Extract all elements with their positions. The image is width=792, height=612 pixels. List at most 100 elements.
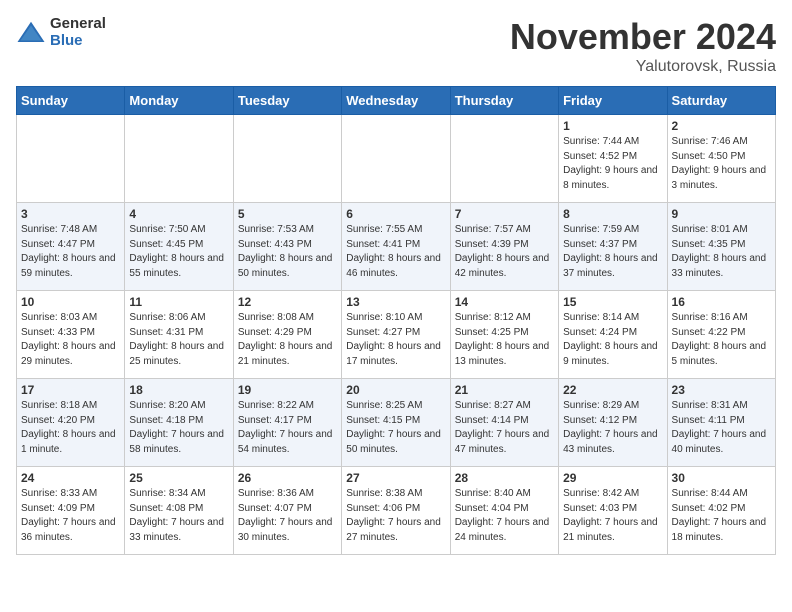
day-info: Sunrise: 7:50 AMSunset: 4:45 PMDaylight:…	[129, 223, 228, 281]
calendar-cell: 17 Sunrise: 8:18 AMSunset: 4:20 PMDaylig…	[17, 379, 125, 467]
day-info: Sunrise: 8:40 AMSunset: 4:04 PMDaylight:…	[455, 487, 554, 545]
calendar-cell: 16 Sunrise: 8:16 AMSunset: 4:22 PMDaylig…	[667, 291, 775, 379]
day-info: Sunrise: 8:14 AMSunset: 4:24 PMDaylight:…	[563, 311, 662, 369]
day-number: 13	[346, 295, 445, 309]
calendar-header-row: Sunday Monday Tuesday Wednesday Thursday…	[17, 87, 776, 115]
day-number: 20	[346, 383, 445, 397]
day-info: Sunrise: 8:25 AMSunset: 4:15 PMDaylight:…	[346, 399, 445, 457]
calendar-cell: 21 Sunrise: 8:27 AMSunset: 4:14 PMDaylig…	[450, 379, 558, 467]
day-info: Sunrise: 8:29 AMSunset: 4:12 PMDaylight:…	[563, 399, 662, 457]
calendar-cell: 12 Sunrise: 8:08 AMSunset: 4:29 PMDaylig…	[233, 291, 341, 379]
calendar-cell: 20 Sunrise: 8:25 AMSunset: 4:15 PMDaylig…	[342, 379, 450, 467]
day-number: 23	[672, 383, 771, 397]
day-info: Sunrise: 7:57 AMSunset: 4:39 PMDaylight:…	[455, 223, 554, 281]
col-thursday: Thursday	[450, 87, 558, 115]
calendar-week-4: 17 Sunrise: 8:18 AMSunset: 4:20 PMDaylig…	[17, 379, 776, 467]
day-number: 29	[563, 471, 662, 485]
calendar-cell: 7 Sunrise: 7:57 AMSunset: 4:39 PMDayligh…	[450, 203, 558, 291]
calendar-cell: 19 Sunrise: 8:22 AMSunset: 4:17 PMDaylig…	[233, 379, 341, 467]
day-number: 28	[455, 471, 554, 485]
calendar-cell: 25 Sunrise: 8:34 AMSunset: 4:08 PMDaylig…	[125, 467, 233, 555]
day-info: Sunrise: 8:03 AMSunset: 4:33 PMDaylight:…	[21, 311, 120, 369]
col-saturday: Saturday	[667, 87, 775, 115]
day-info: Sunrise: 8:16 AMSunset: 4:22 PMDaylight:…	[672, 311, 771, 369]
title-block: November 2024 Yalutorovsk, Russia	[510, 16, 776, 76]
col-tuesday: Tuesday	[233, 87, 341, 115]
calendar-cell: 4 Sunrise: 7:50 AMSunset: 4:45 PMDayligh…	[125, 203, 233, 291]
col-monday: Monday	[125, 87, 233, 115]
calendar-cell: 6 Sunrise: 7:55 AMSunset: 4:41 PMDayligh…	[342, 203, 450, 291]
logo-general: General	[50, 16, 106, 33]
day-number: 2	[672, 119, 771, 133]
day-info: Sunrise: 8:31 AMSunset: 4:11 PMDaylight:…	[672, 399, 771, 457]
day-info: Sunrise: 7:53 AMSunset: 4:43 PMDaylight:…	[238, 223, 337, 281]
calendar-cell: 9 Sunrise: 8:01 AMSunset: 4:35 PMDayligh…	[667, 203, 775, 291]
day-info: Sunrise: 8:06 AMSunset: 4:31 PMDaylight:…	[129, 311, 228, 369]
day-info: Sunrise: 8:20 AMSunset: 4:18 PMDaylight:…	[129, 399, 228, 457]
day-number: 14	[455, 295, 554, 309]
day-number: 15	[563, 295, 662, 309]
logo-text: General Blue	[50, 16, 106, 49]
day-number: 25	[129, 471, 228, 485]
calendar-cell	[125, 115, 233, 203]
day-number: 12	[238, 295, 337, 309]
day-info: Sunrise: 8:12 AMSunset: 4:25 PMDaylight:…	[455, 311, 554, 369]
day-info: Sunrise: 8:08 AMSunset: 4:29 PMDaylight:…	[238, 311, 337, 369]
calendar-table: Sunday Monday Tuesday Wednesday Thursday…	[16, 86, 776, 555]
day-number: 30	[672, 471, 771, 485]
calendar-cell: 26 Sunrise: 8:36 AMSunset: 4:07 PMDaylig…	[233, 467, 341, 555]
day-number: 10	[21, 295, 120, 309]
day-number: 18	[129, 383, 228, 397]
calendar-cell: 3 Sunrise: 7:48 AMSunset: 4:47 PMDayligh…	[17, 203, 125, 291]
calendar-cell: 5 Sunrise: 7:53 AMSunset: 4:43 PMDayligh…	[233, 203, 341, 291]
calendar-cell: 24 Sunrise: 8:33 AMSunset: 4:09 PMDaylig…	[17, 467, 125, 555]
calendar-cell: 15 Sunrise: 8:14 AMSunset: 4:24 PMDaylig…	[559, 291, 667, 379]
day-number: 26	[238, 471, 337, 485]
calendar-cell	[450, 115, 558, 203]
calendar-cell: 11 Sunrise: 8:06 AMSunset: 4:31 PMDaylig…	[125, 291, 233, 379]
day-info: Sunrise: 8:22 AMSunset: 4:17 PMDaylight:…	[238, 399, 337, 457]
calendar-week-1: 1 Sunrise: 7:44 AMSunset: 4:52 PMDayligh…	[17, 115, 776, 203]
day-info: Sunrise: 8:38 AMSunset: 4:06 PMDaylight:…	[346, 487, 445, 545]
day-info: Sunrise: 8:33 AMSunset: 4:09 PMDaylight:…	[21, 487, 120, 545]
day-info: Sunrise: 8:18 AMSunset: 4:20 PMDaylight:…	[21, 399, 120, 457]
calendar-cell	[342, 115, 450, 203]
calendar-week-5: 24 Sunrise: 8:33 AMSunset: 4:09 PMDaylig…	[17, 467, 776, 555]
day-number: 16	[672, 295, 771, 309]
day-number: 4	[129, 207, 228, 221]
title-month-year: November 2024	[510, 16, 776, 58]
calendar-cell: 30 Sunrise: 8:44 AMSunset: 4:02 PMDaylig…	[667, 467, 775, 555]
calendar-cell: 10 Sunrise: 8:03 AMSunset: 4:33 PMDaylig…	[17, 291, 125, 379]
calendar-cell: 27 Sunrise: 8:38 AMSunset: 4:06 PMDaylig…	[342, 467, 450, 555]
calendar-cell: 22 Sunrise: 8:29 AMSunset: 4:12 PMDaylig…	[559, 379, 667, 467]
day-number: 8	[563, 207, 662, 221]
day-number: 27	[346, 471, 445, 485]
calendar-cell: 28 Sunrise: 8:40 AMSunset: 4:04 PMDaylig…	[450, 467, 558, 555]
day-info: Sunrise: 8:34 AMSunset: 4:08 PMDaylight:…	[129, 487, 228, 545]
title-location: Yalutorovsk, Russia	[510, 58, 776, 76]
day-number: 17	[21, 383, 120, 397]
calendar-cell: 23 Sunrise: 8:31 AMSunset: 4:11 PMDaylig…	[667, 379, 775, 467]
calendar-cell: 2 Sunrise: 7:46 AMSunset: 4:50 PMDayligh…	[667, 115, 775, 203]
day-info: Sunrise: 8:01 AMSunset: 4:35 PMDaylight:…	[672, 223, 771, 281]
day-info: Sunrise: 7:55 AMSunset: 4:41 PMDaylight:…	[346, 223, 445, 281]
day-info: Sunrise: 7:46 AMSunset: 4:50 PMDaylight:…	[672, 135, 771, 193]
calendar-cell: 14 Sunrise: 8:12 AMSunset: 4:25 PMDaylig…	[450, 291, 558, 379]
day-info: Sunrise: 7:48 AMSunset: 4:47 PMDaylight:…	[21, 223, 120, 281]
page-header: General Blue November 2024 Yalutorovsk, …	[16, 16, 776, 76]
calendar-week-3: 10 Sunrise: 8:03 AMSunset: 4:33 PMDaylig…	[17, 291, 776, 379]
day-number: 1	[563, 119, 662, 133]
logo-icon	[16, 18, 46, 48]
calendar-cell: 8 Sunrise: 7:59 AMSunset: 4:37 PMDayligh…	[559, 203, 667, 291]
day-number: 19	[238, 383, 337, 397]
col-sunday: Sunday	[17, 87, 125, 115]
calendar-week-2: 3 Sunrise: 7:48 AMSunset: 4:47 PMDayligh…	[17, 203, 776, 291]
day-number: 9	[672, 207, 771, 221]
calendar-cell: 18 Sunrise: 8:20 AMSunset: 4:18 PMDaylig…	[125, 379, 233, 467]
day-info: Sunrise: 8:42 AMSunset: 4:03 PMDaylight:…	[563, 487, 662, 545]
calendar-cell: 29 Sunrise: 8:42 AMSunset: 4:03 PMDaylig…	[559, 467, 667, 555]
calendar-cell: 13 Sunrise: 8:10 AMSunset: 4:27 PMDaylig…	[342, 291, 450, 379]
col-wednesday: Wednesday	[342, 87, 450, 115]
day-number: 21	[455, 383, 554, 397]
day-number: 22	[563, 383, 662, 397]
